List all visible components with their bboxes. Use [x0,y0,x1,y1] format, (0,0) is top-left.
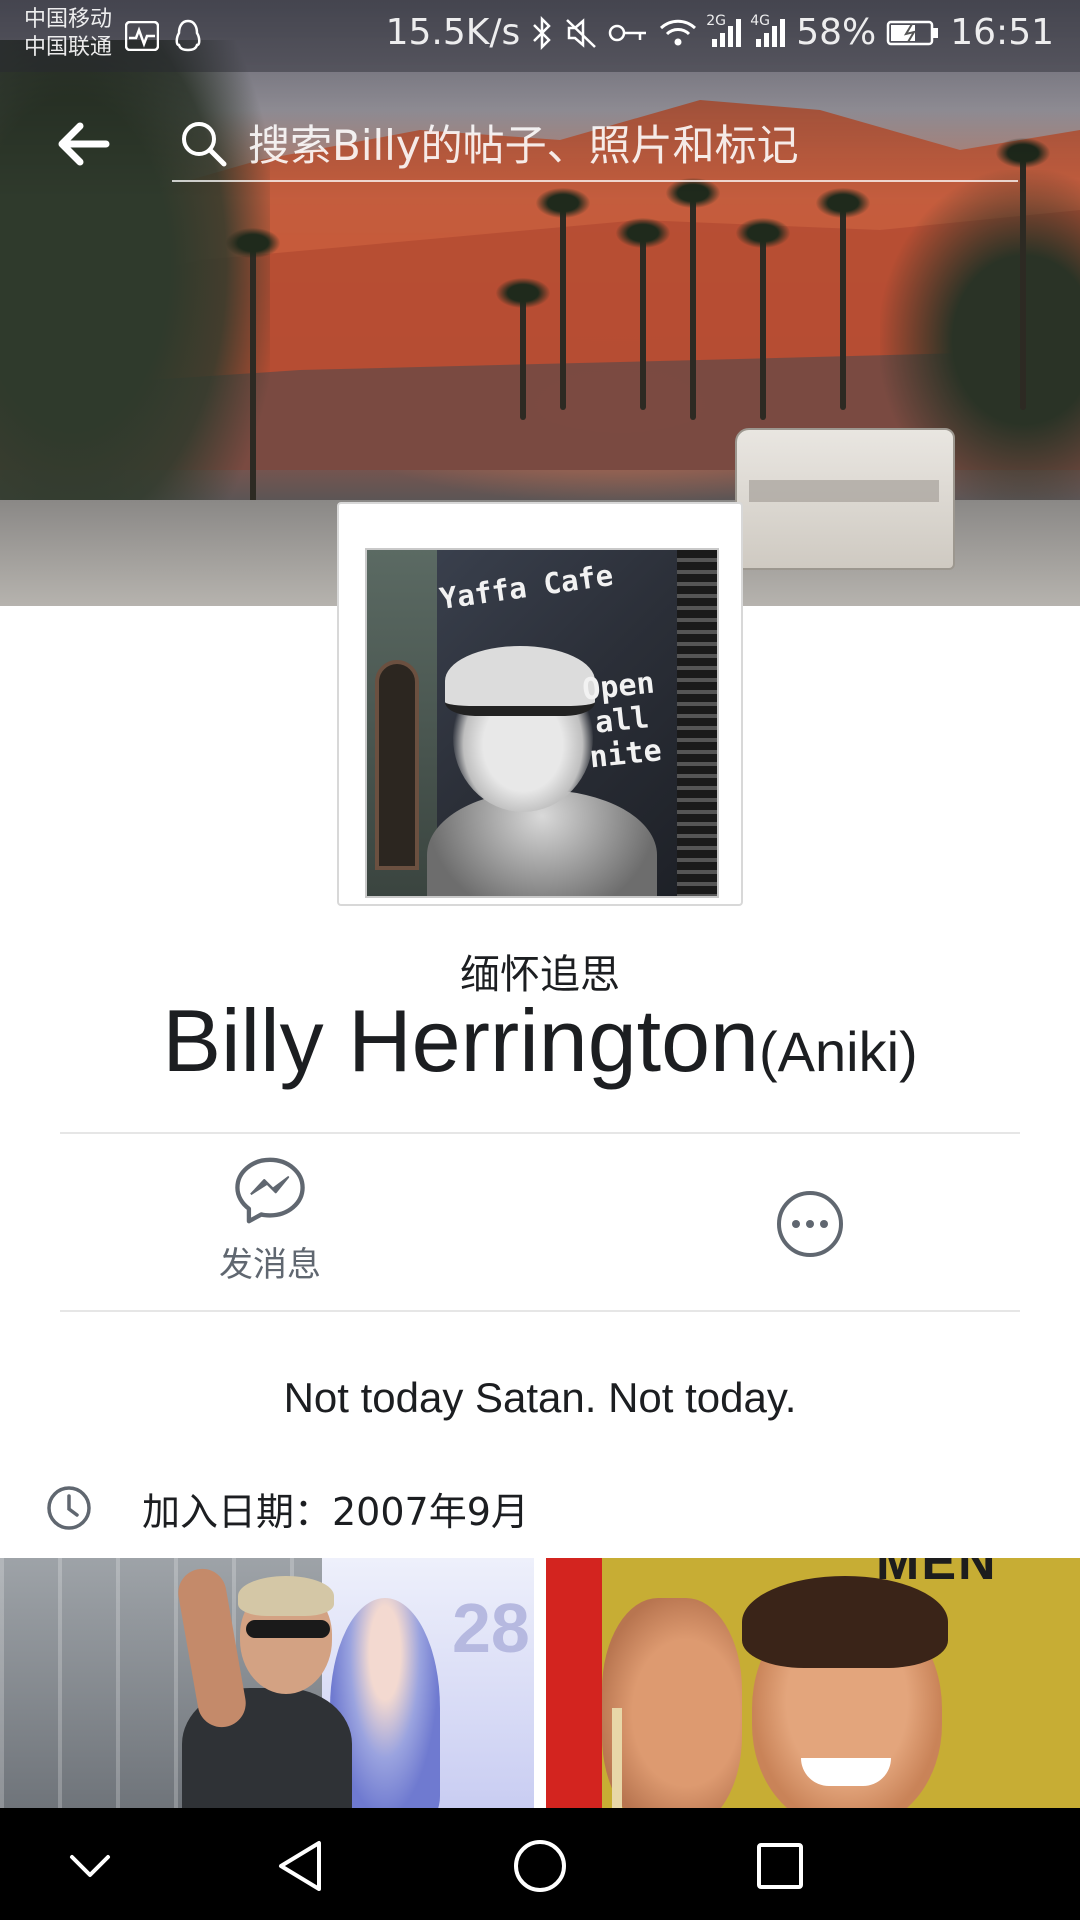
signal-2-icon: 4G [750,13,786,49]
battery-percent: 58% [796,12,877,53]
pp-hours-text: Open all nite [580,665,664,776]
photo-red-band [546,1558,602,1808]
photo-stick [612,1708,622,1808]
photo-poster-number: 28 [452,1589,530,1667]
circle-home-icon [514,1840,566,1892]
more-options-button[interactable] [776,1190,844,1258]
more-options-icon [777,1191,843,1257]
messenger-icon [235,1157,305,1224]
nav-hide-button[interactable] [60,1836,120,1896]
message-label: 发消息 [219,1245,321,1285]
system-nav-bar [0,1808,1080,1920]
photo-person-glasses [246,1620,330,1638]
bluetooth-icon [530,15,554,50]
pp-fire-escape [677,550,717,896]
status-bar: 中国移动 中国联通 15.5K/s 2G 4G 58% 16:51 [0,0,1080,72]
clock-icon [47,1486,91,1530]
photo-person-arm [602,1598,742,1808]
joined-date-row: 加入日期：2007年9月 [46,1484,529,1534]
palm-tree [666,178,720,420]
signal-1-icon: 2G [706,13,742,49]
divider-top [60,1132,1020,1134]
profile-picture-frame[interactable]: Yaffa Cafe Open all nite [337,502,743,906]
palm-tree [536,188,590,410]
photo-person-hair [742,1576,948,1668]
nav-home-button[interactable] [510,1836,570,1896]
search-header [0,72,1080,192]
photo-person-hair [238,1576,334,1616]
profile-name-line: Billy Herrington(Aniki) [0,990,1080,1092]
search-icon [182,122,227,167]
chevron-down-icon [70,1855,110,1877]
palm-tree [736,218,790,420]
net-speed: 15.5K/s [385,12,521,53]
profile-picture[interactable]: Yaffa Cafe Open all nite [365,548,719,898]
signal-1-type: 2G [706,12,726,29]
nav-recent-button[interactable] [750,1836,810,1896]
pp-door [375,660,419,870]
arrow-left-icon [58,122,110,166]
wifi-icon [658,17,698,49]
key-icon [608,21,648,45]
cover-rv [735,428,955,570]
search-input[interactable] [248,112,1008,178]
qq-penguin-icon [172,19,204,52]
back-button[interactable] [50,118,116,170]
carrier-1: 中国移动 [24,7,113,32]
carrier-2: 中国联通 [24,35,113,60]
photo-thumbnail[interactable]: MEN [546,1558,1080,1808]
clock-time: 16:51 [950,12,1054,53]
battery-charging-icon [886,19,940,47]
photo-thumbnail[interactable]: 28 [0,1558,534,1808]
triangle-back-icon [279,1841,321,1891]
nav-back-button[interactable] [270,1836,330,1896]
signal-2-type: 4G [750,12,770,29]
profile-bio: Not today Satan. Not today. [283,1374,797,1421]
profile-name: Billy Herrington [162,991,759,1090]
message-button[interactable]: 发消息 [200,1156,340,1286]
divider-bottom [60,1310,1020,1312]
search-bar[interactable] [172,112,1018,182]
pp-sign-text: Yaffa Cafe [437,558,616,616]
square-recent-icon [757,1843,803,1889]
palm-tree [816,188,870,410]
profile-alternate-name: (Aniki) [758,1020,918,1083]
palm-tree [496,278,550,420]
palm-tree [616,218,670,410]
mute-icon [564,16,598,50]
status-right-group: 15.5K/s 2G 4G 58% 16:51 [386,12,1054,53]
joined-date: 加入日期：2007年9月 [142,1489,529,1534]
activity-icon [124,20,160,52]
carrier-labels: 中国移动 中国联通 [24,6,112,62]
palm-tree [226,228,280,510]
photo-person-smile [801,1758,891,1786]
